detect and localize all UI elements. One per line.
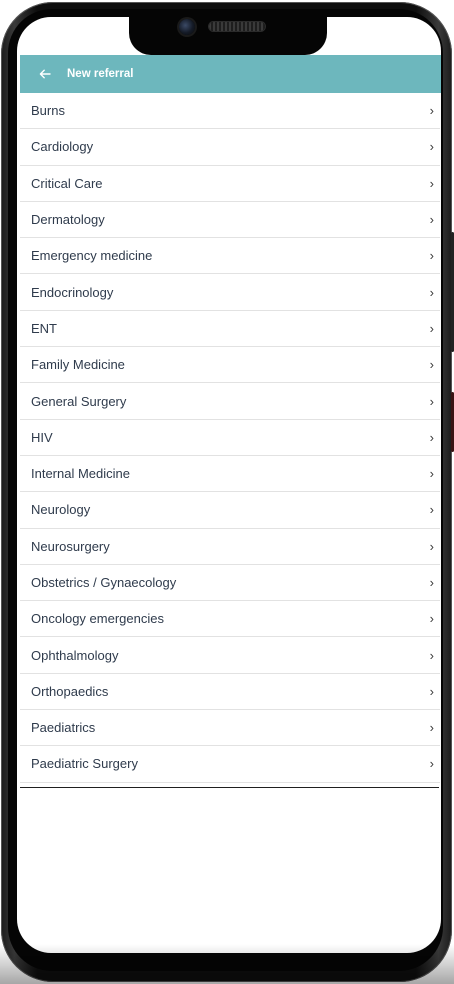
- list-item-label: Paediatrics: [31, 720, 96, 736]
- list-item[interactable]: Paediatric Surgery ›: [20, 746, 440, 783]
- list-item[interactable]: Critical Care ›: [20, 166, 440, 202]
- notch: [129, 17, 327, 55]
- list-item-label: Paediatric Surgery: [31, 756, 138, 772]
- chevron-right-icon: ›: [429, 502, 434, 518]
- list-item[interactable]: Burns ›: [20, 93, 440, 130]
- chevron-right-icon: ›: [429, 103, 434, 119]
- chevron-right-icon: ›: [429, 611, 434, 627]
- list-item-label: Burns: [31, 103, 65, 119]
- arrow-left-icon[interactable]: [35, 64, 55, 84]
- list-item[interactable]: Neurosurgery ›: [20, 529, 440, 565]
- list-item-label: General Surgery: [31, 393, 127, 409]
- chevron-right-icon: ›: [429, 357, 434, 373]
- speaker-grille: [209, 22, 265, 31]
- list-item-label: Critical Care: [31, 175, 103, 191]
- list-item[interactable]: Orthopaedics ›: [20, 674, 440, 711]
- list-item-label: Internal Medicine: [31, 466, 130, 482]
- list-item[interactable]: Oncology emergencies ›: [20, 601, 440, 638]
- list-item[interactable]: Internal Medicine ›: [20, 456, 440, 493]
- front-camera-icon: [179, 19, 195, 35]
- list-item[interactable]: Endocrinology ›: [20, 274, 440, 311]
- arrow-left-icon-svg: [39, 69, 51, 79]
- list-item-label: Obstetrics / Gynaecology: [31, 575, 177, 590]
- chevron-right-icon: ›: [429, 647, 434, 663]
- chevron-right-icon: ›: [429, 538, 434, 554]
- list-item[interactable]: Ophthalmology ›: [20, 637, 440, 674]
- app-bar: New referral: [20, 55, 441, 93]
- list-item[interactable]: Obstetrics / Gynaecology ›: [20, 565, 440, 602]
- list-item-label: Neurosurgery: [31, 538, 110, 554]
- list-item-label: Cardiology: [31, 139, 94, 155]
- chevron-right-icon: ›: [429, 466, 434, 482]
- chevron-right-icon: ›: [429, 175, 434, 191]
- list-item-label: Emergency medicine: [31, 248, 153, 264]
- chevron-right-icon: ›: [429, 756, 434, 772]
- phone-frame: New referral Burns › Cardiology › Critical…: [0, 0, 454, 984]
- chevron-right-icon: ›: [429, 683, 434, 699]
- list-item-label: Dermatology: [31, 212, 105, 228]
- list-item-label: Ophthalmology: [31, 647, 119, 663]
- specialty-list: Burns › Cardiology › Critical Care › Dermat…: [20, 93, 440, 783]
- screen: New referral Burns › Cardiology › Critical…: [17, 17, 441, 953]
- list-item-label: Endocrinology: [31, 284, 114, 300]
- list-item-label: Neurology: [31, 502, 91, 518]
- chevron-right-icon: ›: [429, 575, 434, 590]
- list-item[interactable]: General Surgery ›: [20, 383, 440, 420]
- list-item[interactable]: ENT ›: [20, 311, 440, 348]
- chevron-right-icon: ›: [429, 429, 434, 445]
- list-item[interactable]: Cardiology ›: [20, 129, 440, 166]
- list-item-label: ENT: [31, 320, 57, 336]
- list-item[interactable]: Neurology ›: [20, 492, 440, 529]
- list-item[interactable]: Emergency medicine ›: [20, 238, 440, 275]
- list-item[interactable]: Dermatology ›: [20, 202, 440, 239]
- chevron-right-icon: ›: [429, 284, 434, 300]
- list-end-divider: [20, 787, 439, 788]
- list-item[interactable]: Paediatrics ›: [20, 710, 440, 747]
- chevron-right-icon: ›: [429, 139, 434, 155]
- chevron-right-icon: ›: [429, 212, 434, 228]
- chevron-right-icon: ›: [429, 248, 434, 264]
- chevron-right-icon: ›: [429, 320, 434, 336]
- list-item-label: Family Medicine: [31, 357, 125, 373]
- list-item-label: HIV: [31, 429, 53, 445]
- page-title: New referral: [67, 68, 134, 80]
- list-item-label: Oncology emergencies: [31, 611, 164, 627]
- list-item[interactable]: HIV ›: [20, 420, 440, 456]
- chevron-right-icon: ›: [429, 720, 434, 736]
- chevron-right-icon: ›: [429, 393, 434, 409]
- list-item[interactable]: Family Medicine ›: [20, 347, 440, 384]
- list-item-label: Orthopaedics: [31, 683, 109, 699]
